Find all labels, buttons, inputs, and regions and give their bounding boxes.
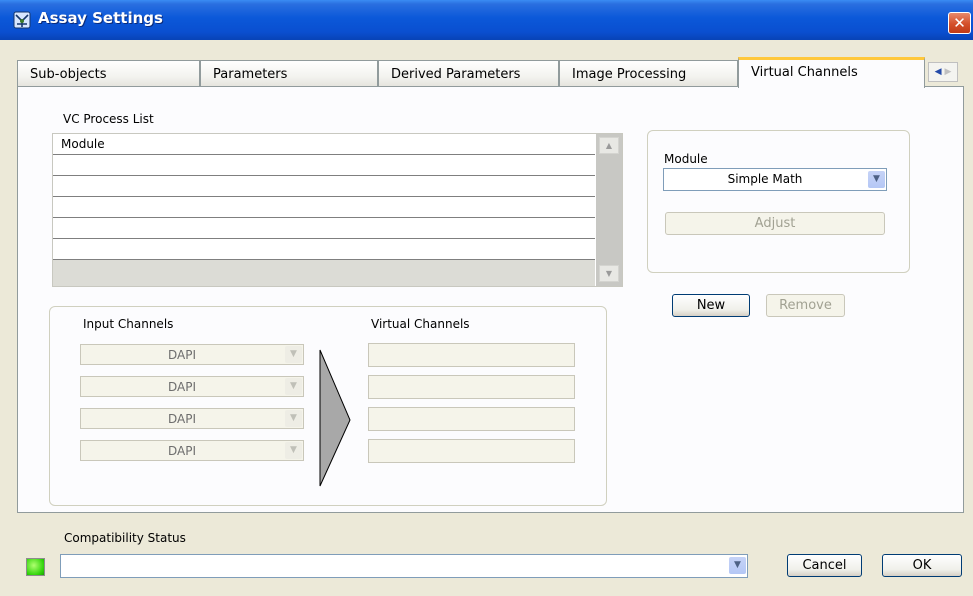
input-channel-value: DAPI [167, 348, 196, 362]
list-item[interactable] [53, 155, 595, 176]
scroll-right-icon[interactable]: ▶ [944, 67, 951, 77]
chevron-down-icon[interactable]: ▼ [285, 410, 302, 427]
tab-label: Virtual Channels [751, 65, 858, 80]
tab-sub-objects[interactable]: Sub-objects [17, 60, 200, 87]
input-channel-value: DAPI [167, 380, 196, 394]
tab-image-processing[interactable]: Image Processing [559, 60, 738, 87]
list-item[interactable] [53, 218, 595, 239]
compatibility-status-label: Compatibility Status [64, 531, 186, 545]
ok-button[interactable]: OK [882, 554, 962, 577]
new-button[interactable]: New [672, 294, 750, 317]
list-item[interactable] [53, 260, 595, 286]
input-channel-value: DAPI [167, 412, 196, 426]
tab-scroll-buttons[interactable]: ◀ ▶ [928, 62, 958, 82]
module-dropdown[interactable]: Simple Math ▼ [663, 168, 887, 191]
input-channel-dropdown-1[interactable]: DAPI ▼ [80, 344, 304, 365]
status-indicator-icon [26, 558, 45, 576]
tab-label: Image Processing [572, 67, 687, 82]
input-channel-dropdown-4[interactable]: DAPI ▼ [80, 440, 304, 461]
chevron-down-icon[interactable]: ▼ [285, 378, 302, 395]
tab-label: Parameters [213, 67, 288, 82]
scroll-left-icon[interactable]: ◀ [935, 67, 942, 77]
compatibility-status-dropdown[interactable]: ▼ [60, 554, 748, 578]
virtual-channel-field-3[interactable] [368, 407, 575, 431]
virtual-channels-label: Virtual Channels [371, 317, 470, 331]
input-channels-label: Input Channels [83, 317, 174, 331]
chevron-down-icon[interactable]: ▼ [285, 346, 302, 363]
channel-mapping-arrow-icon [319, 349, 351, 487]
arrow-down-icon[interactable]: ▼ [599, 265, 619, 282]
tab-parameters[interactable]: Parameters [200, 60, 378, 87]
virtual-channel-field-1[interactable] [368, 343, 575, 367]
close-button[interactable]: ✕ [948, 12, 971, 34]
close-icon: ✕ [953, 14, 966, 32]
vc-process-list[interactable]: Module ▲ ▼ [52, 133, 623, 287]
tab-virtual-channels[interactable]: Virtual Channels [738, 57, 925, 88]
list-item[interactable] [53, 239, 595, 260]
cancel-button[interactable]: Cancel [787, 554, 862, 577]
module-label: Module [664, 152, 708, 166]
list-column-header[interactable]: Module [53, 134, 595, 155]
tab-label: Derived Parameters [391, 67, 521, 82]
tab-label: Sub-objects [30, 67, 107, 82]
window-title: Assay Settings [38, 9, 163, 27]
adjust-button[interactable]: Adjust [665, 212, 885, 235]
vc-process-list-label: VC Process List [63, 112, 154, 126]
input-channel-dropdown-3[interactable]: DAPI ▼ [80, 408, 304, 429]
virtual-channel-field-4[interactable] [368, 439, 575, 463]
vertical-scrollbar[interactable]: ▲ ▼ [596, 134, 622, 286]
input-channel-dropdown-2[interactable]: DAPI ▼ [80, 376, 304, 397]
arrow-up-icon[interactable]: ▲ [599, 137, 619, 154]
list-item[interactable] [53, 197, 595, 218]
input-channel-value: DAPI [167, 444, 196, 458]
chevron-down-icon[interactable]: ▼ [729, 557, 746, 574]
module-selected-value: Simple Math [727, 172, 803, 186]
chevron-down-icon[interactable]: ▼ [868, 171, 885, 188]
tab-derived-parameters[interactable]: Derived Parameters [378, 60, 559, 87]
tab-strip: Sub-objects Parameters Derived Parameter… [17, 57, 937, 88]
assay-app-icon [13, 11, 31, 29]
list-item[interactable] [53, 176, 595, 197]
window-titlebar[interactable]: Assay Settings ✕ [0, 0, 973, 40]
chevron-down-icon[interactable]: ▼ [285, 442, 302, 459]
virtual-channel-field-2[interactable] [368, 375, 575, 399]
remove-button[interactable]: Remove [766, 294, 845, 317]
